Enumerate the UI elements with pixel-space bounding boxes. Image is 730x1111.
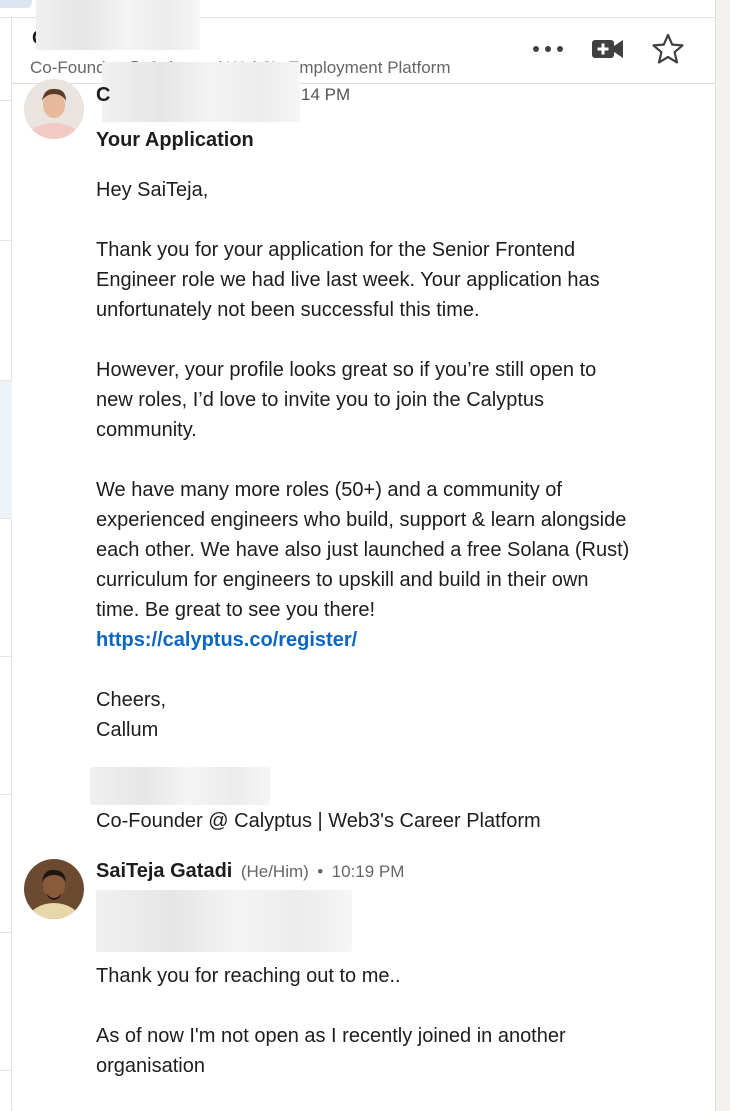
top-tab-chip	[0, 0, 32, 8]
list-divider	[0, 380, 12, 381]
list-divider	[0, 240, 12, 241]
list-divider	[0, 794, 12, 795]
message-header: SaiTeja Gatadi (He/Him) • 10:19 PM	[96, 860, 404, 883]
message-time: 10:19 PM	[331, 862, 405, 881]
signature-title: Co-Founder @ Calyptus | Web3's Career Pl…	[96, 810, 541, 832]
signoff: Cheers,	[96, 689, 167, 711]
message-subject: Your Application	[96, 129, 254, 151]
redacted-block	[96, 890, 352, 952]
header-actions	[531, 32, 685, 66]
paragraph: Thank you for reaching out to me..	[96, 965, 401, 987]
separator-dot: •	[317, 862, 324, 881]
list-divider	[0, 656, 12, 657]
sender-name[interactable]: SaiTeja Gatadi	[96, 860, 232, 882]
video-camera-icon	[592, 40, 623, 58]
message-time: 14 PM	[301, 85, 351, 104]
paragraph: However, your profile looks great so if …	[96, 359, 597, 441]
redacted-block	[102, 62, 300, 122]
paragraph: Thank you for your application for the S…	[96, 239, 600, 321]
more-options-button[interactable]	[531, 32, 565, 66]
video-call-button[interactable]	[591, 32, 625, 66]
paragraph: As of now I'm not open as I recently joi…	[96, 1025, 566, 1077]
right-gutter	[715, 0, 730, 1111]
message-body: Hey SaiTeja, Thank you for your applicat…	[96, 175, 636, 745]
paragraph: We have many more roles (50+) and a comm…	[96, 479, 630, 621]
signoff-name: Callum	[96, 719, 159, 741]
pronouns: (He/Him)	[240, 862, 309, 881]
star-button[interactable]	[651, 32, 685, 66]
redacted-block	[90, 767, 270, 805]
list-divider	[0, 518, 12, 519]
list-divider	[0, 932, 12, 933]
ellipsis-icon	[533, 46, 563, 52]
selected-conversation-edge	[0, 380, 12, 518]
greeting: Hey SaiTeja,	[96, 179, 209, 201]
person-photo-icon	[24, 859, 84, 919]
list-divider	[0, 100, 12, 101]
person-photo-icon	[24, 79, 84, 139]
sender-avatar[interactable]	[24, 859, 84, 919]
star-icon	[652, 33, 684, 64]
sender-avatar[interactable]	[24, 79, 84, 139]
redacted-block	[36, 0, 200, 50]
sender-name-initial[interactable]: C	[96, 84, 110, 107]
register-link[interactable]: https://calyptus.co/register/	[96, 625, 636, 655]
conversation-list-edge	[0, 0, 12, 1111]
list-divider	[0, 1070, 12, 1071]
message-body: Thank you for reaching out to me.. As of…	[96, 961, 656, 1081]
